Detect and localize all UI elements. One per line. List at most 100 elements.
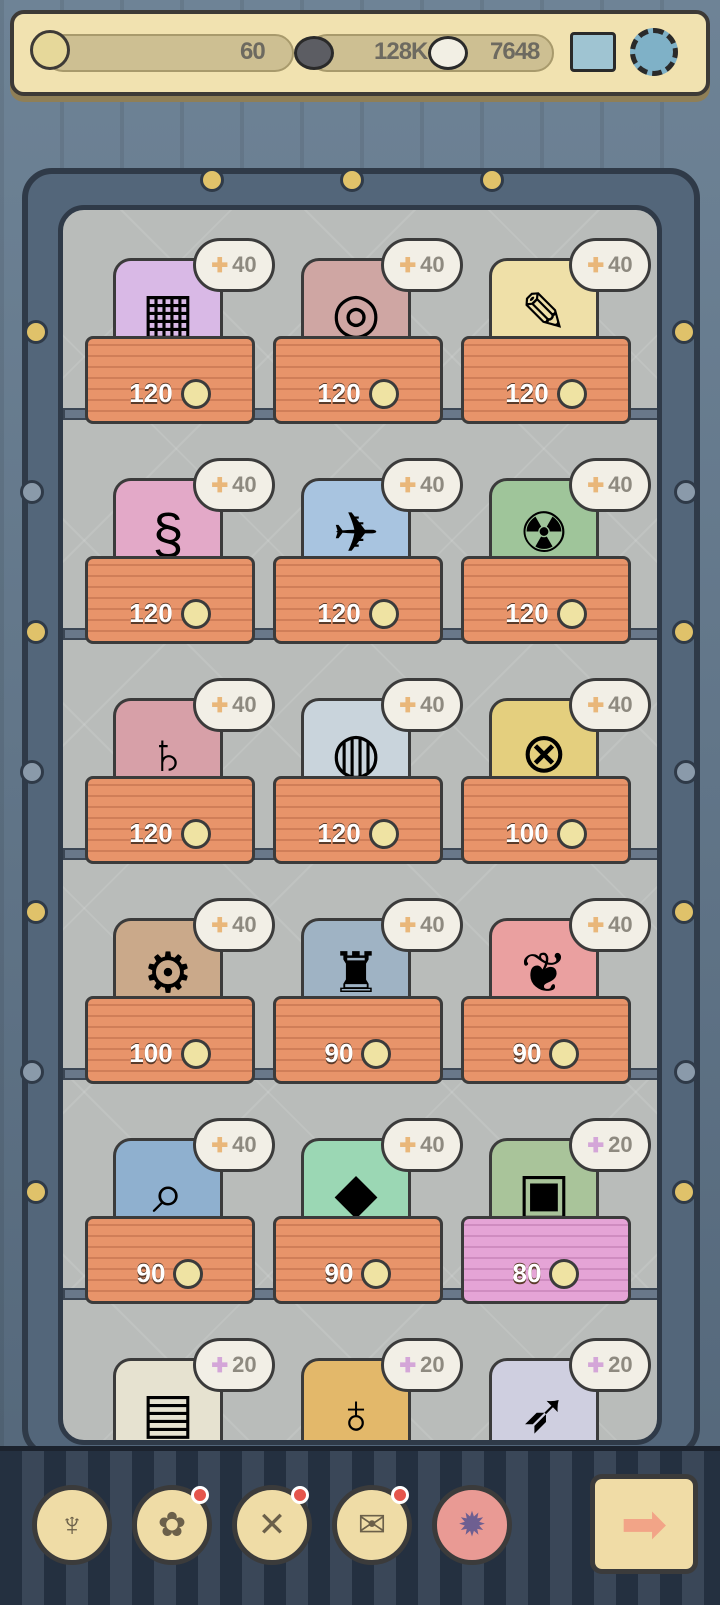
puzzle-piece-icon: ✚ — [587, 1134, 605, 1157]
shop-item-circuit-case[interactable]: ▣ ✚ 20 80 — [461, 1118, 651, 1318]
reward-bubble: ✚ 40 — [569, 898, 651, 952]
shop-grid: ▦ ✚ 40 120 ◎ ✚ 40 120 ✎ ✚ 40 120 § ✚ 40 120 ✈ ✚ 40 120 ☢ ✚ 40 1… — [58, 205, 662, 1445]
price-value: 120 — [129, 818, 173, 848]
reward-value: 40 — [608, 252, 633, 277]
price-plank[interactable]: 100 — [461, 776, 631, 864]
shop-item-cube-sculpture[interactable]: ▦ ✚ 40 120 — [85, 238, 275, 438]
price-plank[interactable]: 100 — [85, 996, 255, 1084]
shop-item-machine-part[interactable]: ▤ ✚ 20 — [85, 1338, 275, 1440]
puzzle-piece-icon: ✚ — [587, 914, 605, 937]
reward-bubble: ✚ 40 — [569, 458, 651, 512]
reward-value: 40 — [232, 472, 257, 497]
mail-icon[interactable] — [570, 32, 616, 72]
price-plank[interactable]: 120 — [273, 776, 443, 864]
frame-bolt — [480, 168, 504, 192]
light-bubble-icon — [428, 36, 468, 70]
price-plank[interactable]: 120 — [461, 336, 631, 424]
puzzle-piece-icon: ✚ — [399, 694, 417, 717]
notification-badge — [291, 1486, 309, 1504]
price-plank[interactable]: 90 — [273, 1216, 443, 1304]
light-bubble-value: 7648 — [490, 38, 540, 65]
coin-icon — [549, 1039, 580, 1069]
trophy-icon: ♆ — [59, 1505, 85, 1544]
shop-item-portal-ring[interactable]: ◎ ✚ 40 120 — [273, 238, 463, 438]
notification-badge — [191, 1486, 209, 1504]
price-value: 90 — [512, 1038, 542, 1068]
reward-value: 40 — [420, 1132, 445, 1157]
price-plank[interactable]: 120 — [273, 336, 443, 424]
reward-bubble: ✚ 40 — [569, 678, 651, 732]
shop-item-steam-machine[interactable]: ⚙ ✚ 40 100 — [85, 898, 275, 1098]
coin-icon — [368, 819, 399, 849]
nav-button-rose[interactable]: ✿ — [132, 1485, 212, 1565]
shop-item-dna-helix[interactable]: § ✚ 40 120 — [85, 458, 275, 658]
price-plank[interactable]: 120 — [461, 556, 631, 644]
nav-button-scroll[interactable]: ✉ — [332, 1485, 412, 1565]
nav-button-gear[interactable]: ✹ — [432, 1485, 512, 1565]
shop-item-spring-planet[interactable]: ♁ ✚ 20 — [273, 1338, 463, 1440]
puzzle-piece-icon: ✚ — [587, 694, 605, 717]
arrow-right-icon: ➡ — [620, 1492, 668, 1555]
reward-value: 20 — [608, 1352, 633, 1377]
price-value: 120 — [317, 378, 361, 408]
price-plank[interactable]: 120 — [85, 556, 255, 644]
nav-button-trophy[interactable]: ♆ — [32, 1485, 112, 1565]
frame-screw — [674, 480, 698, 504]
reward-value: 40 — [420, 692, 445, 717]
reward-bubble: ✚ 40 — [381, 898, 463, 952]
reward-value: 40 — [232, 1132, 257, 1157]
next-button[interactable]: ➡ — [590, 1474, 698, 1574]
reward-value: 40 — [232, 692, 257, 717]
puzzle-piece-icon: ✚ — [211, 1134, 229, 1157]
frame-bolt — [672, 320, 696, 344]
coin-value: 60 — [240, 38, 266, 65]
coin-icon — [368, 379, 399, 409]
reward-value: 20 — [420, 1352, 445, 1377]
reward-bubble: ✚ 20 — [193, 1338, 275, 1392]
top-resource-bar: 60 128K 7648 — [10, 10, 710, 96]
shop-item-satellite[interactable]: ✈ ✚ 40 120 — [273, 458, 463, 658]
coin-icon — [556, 379, 587, 409]
shop-item-green-crystal[interactable]: ◆ ✚ 40 90 — [273, 1118, 463, 1318]
price-value: 120 — [505, 378, 549, 408]
frame-screw — [20, 760, 44, 784]
reward-value: 20 — [608, 1132, 633, 1157]
shop-item-nuclear-barrel[interactable]: ☢ ✚ 40 120 — [461, 458, 651, 658]
shop-item-geodesic-sphere[interactable]: ◍ ✚ 40 120 — [273, 678, 463, 878]
shop-item-robot[interactable]: ♜ ✚ 40 90 — [273, 898, 463, 1098]
reward-bubble: ✚ 40 — [569, 238, 651, 292]
crossed-tools-icon: ✕ — [257, 1506, 287, 1544]
price-plank[interactable]: 90 — [461, 996, 631, 1084]
nav-button-tools[interactable]: ✕ — [232, 1485, 312, 1565]
shop-item-blueprint-scroll[interactable]: ✎ ✚ 40 120 — [461, 238, 651, 438]
reward-bubble: ✚ 40 — [193, 458, 275, 512]
shop-item-brass-gyroscope[interactable]: ⊗ ✚ 40 100 — [461, 678, 651, 878]
shop-item-brain[interactable]: ❦ ✚ 40 90 — [461, 898, 651, 1098]
frame-bolt — [340, 168, 364, 192]
shop-item-saturn-globe[interactable]: ♄ ✚ 40 120 — [85, 678, 275, 878]
reward-bubble: ✚ 40 — [193, 238, 275, 292]
shop-item-rocket-probe[interactable]: ➶ ✚ 20 — [461, 1338, 651, 1440]
price-value: 80 — [512, 1258, 542, 1288]
coin-stack-icon — [30, 30, 70, 70]
price-plank[interactable]: 90 — [85, 1216, 255, 1304]
price-plank[interactable]: 90 — [273, 996, 443, 1084]
coin-icon — [549, 1259, 580, 1289]
price-value: 120 — [129, 378, 173, 408]
gear-icon: ✹ — [457, 1506, 487, 1544]
price-plank[interactable]: 120 — [85, 336, 255, 424]
price-value: 120 — [129, 598, 173, 628]
notification-badge — [391, 1486, 409, 1504]
puzzle-piece-icon: ✚ — [587, 254, 605, 277]
puzzle-piece-icon: ✚ — [211, 254, 229, 277]
price-plank[interactable]: 80 — [461, 1216, 631, 1304]
reward-value: 40 — [420, 472, 445, 497]
shop-item-telescope[interactable]: ⌕ ✚ 40 90 — [85, 1118, 275, 1318]
settings-gear-icon[interactable] — [630, 28, 678, 76]
price-plank[interactable]: 120 — [273, 556, 443, 644]
price-plank[interactable]: 120 — [85, 776, 255, 864]
reward-bubble: ✚ 40 — [381, 238, 463, 292]
reward-bubble: ✚ 40 — [381, 1118, 463, 1172]
price-value: 90 — [136, 1258, 166, 1288]
coin-icon — [180, 1039, 211, 1069]
